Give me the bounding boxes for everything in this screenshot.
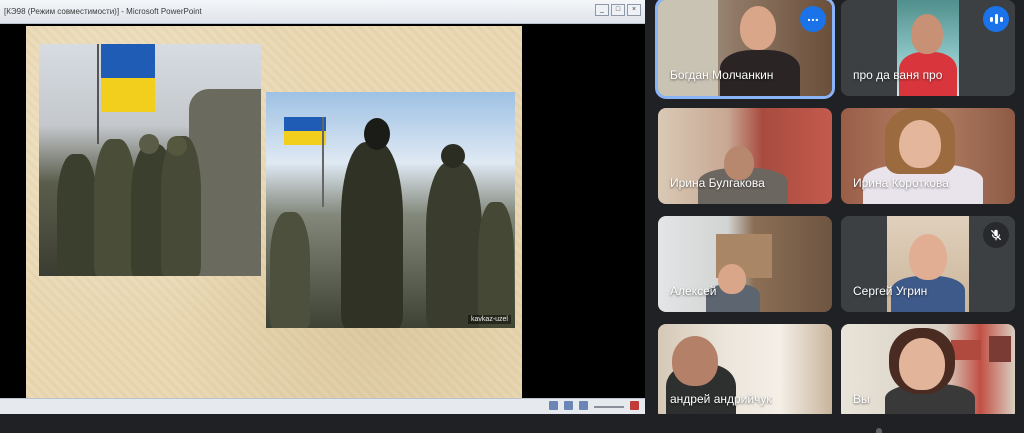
bottom-bar — [0, 414, 1024, 433]
audio-level-icon — [989, 14, 1003, 24]
ukraine-flag — [101, 44, 155, 112]
participant-name: андрей андрийчук — [670, 392, 772, 406]
ukraine-flag — [284, 117, 326, 145]
soldiers-photo-2: kavkaz-uzel — [266, 92, 515, 328]
participant-tile[interactable]: Вы — [841, 324, 1015, 420]
powerpoint-status-bar — [0, 398, 645, 414]
participant-tile[interactable]: Ирина Булгакова — [658, 108, 832, 204]
mic-status — [983, 222, 1009, 248]
controls-handle[interactable] — [876, 428, 882, 433]
shared-screen: [КЭ98 (Режим совместимости)] - Microsoft… — [0, 0, 645, 414]
audio-indicator — [983, 6, 1009, 32]
close-button[interactable]: × — [627, 4, 641, 16]
slide: kavkaz-uzel — [26, 26, 522, 398]
fit-window-icon[interactable] — [630, 401, 639, 410]
participant-name: Алексей — [670, 284, 717, 298]
participant-tile[interactable]: Ирина Короткова — [841, 108, 1015, 204]
photo-watermark: kavkaz-uzel — [468, 315, 511, 324]
participant-name: Ирина Булгакова — [670, 176, 765, 190]
participant-name: Вы — [853, 392, 870, 406]
zoom-slider[interactable] — [594, 406, 624, 408]
powerpoint-title-bar: [КЭ98 (Режим совместимости)] - Microsoft… — [0, 0, 645, 24]
participant-name: Богдан Молчанкин — [670, 68, 774, 82]
window-controls: _ □ × — [595, 4, 641, 16]
soldiers-photo-1 — [39, 44, 261, 276]
minimize-button[interactable]: _ — [595, 4, 609, 16]
maximize-button[interactable]: □ — [611, 4, 625, 16]
participant-tile[interactable]: Алексей — [658, 216, 832, 312]
window-title: [КЭ98 (Режим совместимости)] - Microsoft… — [4, 7, 202, 16]
participant-name: Сергей Угрин — [853, 284, 928, 298]
participant-tile[interactable]: Сергей Угрин — [841, 216, 1015, 312]
participant-tile[interactable]: про да ваня про — [841, 0, 1015, 96]
view-controls — [549, 401, 639, 410]
normal-view-icon[interactable] — [549, 401, 558, 410]
more-options-button[interactable]: ... — [800, 6, 826, 32]
participant-tile[interactable]: андрей андрийчук — [658, 324, 832, 420]
participant-tile[interactable]: ... Богдан Молчанкин — [658, 0, 832, 96]
participant-name: Ирина Короткова — [853, 176, 949, 190]
more-options-icon: ... — [807, 8, 819, 24]
slideshow-icon[interactable] — [579, 401, 588, 410]
participant-name: про да ваня про — [853, 68, 943, 82]
mic-off-icon — [990, 229, 1002, 241]
slide-sorter-icon[interactable] — [564, 401, 573, 410]
